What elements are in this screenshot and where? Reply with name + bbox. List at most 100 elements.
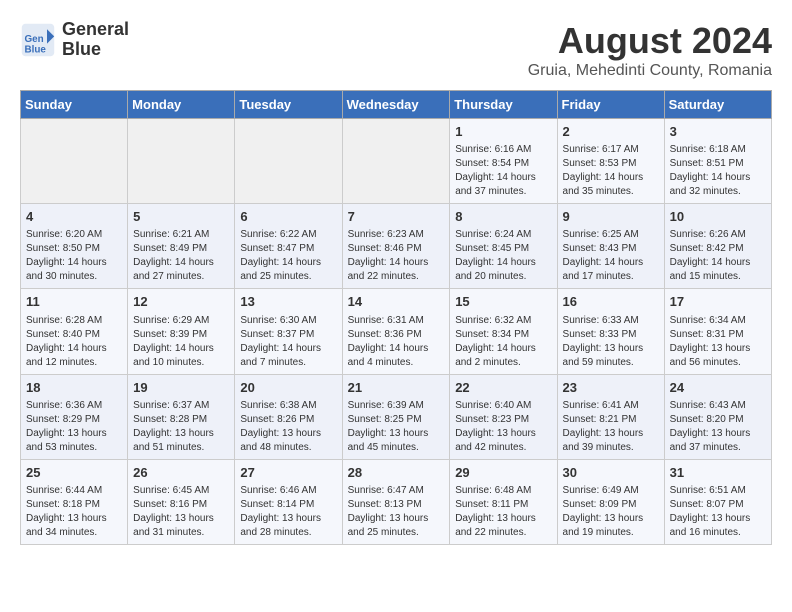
day-number: 11 xyxy=(26,293,122,311)
day-info: Sunrise: 6:41 AMSunset: 8:21 PMDaylight:… xyxy=(563,399,659,455)
day-number: 20 xyxy=(240,379,336,397)
calendar-cell: 27 Sunrise: 6:46 AMSunset: 8:14 PMDayligh… xyxy=(235,459,342,544)
svg-text:Gen: Gen xyxy=(25,34,44,45)
day-info: Sunrise: 6:34 AMSunset: 8:31 PMDaylight:… xyxy=(670,314,766,370)
svg-text:Blue: Blue xyxy=(25,44,47,55)
calendar-table: SundayMondayTuesdayWednesdayThursdayFrid… xyxy=(20,90,772,545)
day-info: Sunrise: 6:25 AMSunset: 8:43 PMDaylight:… xyxy=(563,228,659,284)
day-info: Sunrise: 6:40 AMSunset: 8:23 PMDaylight:… xyxy=(455,399,551,455)
calendar-cell: 12 Sunrise: 6:29 AMSunset: 8:39 PMDayligh… xyxy=(128,289,235,374)
day-number: 6 xyxy=(240,208,336,226)
logo-icon: Gen Blue xyxy=(20,22,56,58)
day-number: 7 xyxy=(348,208,445,226)
calendar-cell: 17 Sunrise: 6:34 AMSunset: 8:31 PMDayligh… xyxy=(664,289,771,374)
day-number: 22 xyxy=(455,379,551,397)
calendar-cell: 25 Sunrise: 6:44 AMSunset: 8:18 PMDayligh… xyxy=(21,459,128,544)
calendar-cell: 22 Sunrise: 6:40 AMSunset: 8:23 PMDayligh… xyxy=(450,374,557,459)
col-header-saturday: Saturday xyxy=(664,91,771,119)
calendar-cell: 9 Sunrise: 6:25 AMSunset: 8:43 PMDaylight… xyxy=(557,204,664,289)
calendar-cell: 1 Sunrise: 6:16 AMSunset: 8:54 PMDaylight… xyxy=(450,119,557,204)
calendar-cell: 30 Sunrise: 6:49 AMSunset: 8:09 PMDayligh… xyxy=(557,459,664,544)
calendar-cell xyxy=(21,119,128,204)
day-number: 13 xyxy=(240,293,336,311)
calendar-cell: 4 Sunrise: 6:20 AMSunset: 8:50 PMDaylight… xyxy=(21,204,128,289)
logo-text: General Blue xyxy=(62,20,129,60)
calendar-cell: 26Sunrise: 6:45 AMSunset: 8:16 PMDayligh… xyxy=(128,459,235,544)
day-info: Sunrise: 6:16 AMSunset: 8:54 PMDaylight:… xyxy=(455,143,551,199)
day-number: 14 xyxy=(348,293,445,311)
day-info: Sunrise: 6:47 AMSunset: 8:13 PMDaylight:… xyxy=(348,484,445,540)
day-number: 2 xyxy=(563,123,659,141)
col-header-friday: Friday xyxy=(557,91,664,119)
day-number: 17 xyxy=(670,293,766,311)
day-number: 23 xyxy=(563,379,659,397)
calendar-cell: 31 Sunrise: 6:51 AMSunset: 8:07 PMDayligh… xyxy=(664,459,771,544)
calendar-cell: 15Sunrise: 6:32 AMSunset: 8:34 PMDayligh… xyxy=(450,289,557,374)
day-number: 25 xyxy=(26,464,122,482)
calendar-header-row: SundayMondayTuesdayWednesdayThursdayFrid… xyxy=(21,91,772,119)
calendar-week-1: 1 Sunrise: 6:16 AMSunset: 8:54 PMDaylight… xyxy=(21,119,772,204)
day-info: Sunrise: 6:30 AMSunset: 8:37 PMDaylight:… xyxy=(240,314,336,370)
day-info: Sunrise: 6:49 AMSunset: 8:09 PMDaylight:… xyxy=(563,484,659,540)
title-area: August 2024 Gruia, Mehedinti County, Rom… xyxy=(528,20,772,80)
day-info: Sunrise: 6:23 AMSunset: 8:46 PMDaylight:… xyxy=(348,228,445,284)
day-number: 27 xyxy=(240,464,336,482)
calendar-cell xyxy=(342,119,450,204)
day-info: Sunrise: 6:21 AMSunset: 8:49 PMDaylight:… xyxy=(133,228,229,284)
calendar-cell: 16 Sunrise: 6:33 AMSunset: 8:33 PMDayligh… xyxy=(557,289,664,374)
day-number: 5 xyxy=(133,208,229,226)
day-number: 4 xyxy=(26,208,122,226)
day-info: Sunrise: 6:29 AMSunset: 8:39 PMDaylight:… xyxy=(133,314,229,370)
calendar-cell: 21Sunrise: 6:39 AMSunset: 8:25 PMDayligh… xyxy=(342,374,450,459)
day-number: 9 xyxy=(563,208,659,226)
col-header-sunday: Sunday xyxy=(21,91,128,119)
day-number: 1 xyxy=(455,123,551,141)
day-info: Sunrise: 6:20 AMSunset: 8:50 PMDaylight:… xyxy=(26,228,122,284)
day-info: Sunrise: 6:48 AMSunset: 8:11 PMDaylight:… xyxy=(455,484,551,540)
calendar-cell: 11 Sunrise: 6:28 AMSunset: 8:40 PMDayligh… xyxy=(21,289,128,374)
day-info: Sunrise: 6:24 AMSunset: 8:45 PMDaylight:… xyxy=(455,228,551,284)
day-info: Sunrise: 6:28 AMSunset: 8:40 PMDaylight:… xyxy=(26,314,122,370)
logo-line2: Blue xyxy=(62,40,129,60)
calendar-cell: 3 Sunrise: 6:18 AMSunset: 8:51 PMDaylight… xyxy=(664,119,771,204)
day-number: 31 xyxy=(670,464,766,482)
day-info: Sunrise: 6:46 AMSunset: 8:14 PMDaylight:… xyxy=(240,484,336,540)
calendar-cell: 20 Sunrise: 6:38 AMSunset: 8:26 PMDayligh… xyxy=(235,374,342,459)
day-number: 18 xyxy=(26,379,122,397)
calendar-cell: 29Sunrise: 6:48 AMSunset: 8:11 PMDayligh… xyxy=(450,459,557,544)
day-info: Sunrise: 6:17 AMSunset: 8:53 PMDaylight:… xyxy=(563,143,659,199)
day-info: Sunrise: 6:33 AMSunset: 8:33 PMDaylight:… xyxy=(563,314,659,370)
day-number: 8 xyxy=(455,208,551,226)
day-info: Sunrise: 6:37 AMSunset: 8:28 PMDaylight:… xyxy=(133,399,229,455)
day-number: 3 xyxy=(670,123,766,141)
day-number: 26 xyxy=(133,464,229,482)
day-info: Sunrise: 6:39 AMSunset: 8:25 PMDaylight:… xyxy=(348,399,445,455)
day-number: 16 xyxy=(563,293,659,311)
day-info: Sunrise: 6:32 AMSunset: 8:34 PMDaylight:… xyxy=(455,314,551,370)
day-info: Sunrise: 6:18 AMSunset: 8:51 PMDaylight:… xyxy=(670,143,766,199)
day-number: 30 xyxy=(563,464,659,482)
calendar-cell: 14Sunrise: 6:31 AMSunset: 8:36 PMDayligh… xyxy=(342,289,450,374)
calendar-cell: 10Sunrise: 6:26 AMSunset: 8:42 PMDayligh… xyxy=(664,204,771,289)
calendar-cell xyxy=(235,119,342,204)
col-header-monday: Monday xyxy=(128,91,235,119)
calendar-cell: 13 Sunrise: 6:30 AMSunset: 8:37 PMDayligh… xyxy=(235,289,342,374)
calendar-cell: 6 Sunrise: 6:22 AMSunset: 8:47 PMDaylight… xyxy=(235,204,342,289)
calendar-cell: 23 Sunrise: 6:41 AMSunset: 8:21 PMDayligh… xyxy=(557,374,664,459)
col-header-wednesday: Wednesday xyxy=(342,91,450,119)
calendar-cell: 18 Sunrise: 6:36 AMSunset: 8:29 PMDayligh… xyxy=(21,374,128,459)
calendar-week-3: 11 Sunrise: 6:28 AMSunset: 8:40 PMDayligh… xyxy=(21,289,772,374)
day-number: 12 xyxy=(133,293,229,311)
calendar-cell: 7 Sunrise: 6:23 AMSunset: 8:46 PMDaylight… xyxy=(342,204,450,289)
day-info: Sunrise: 6:44 AMSunset: 8:18 PMDaylight:… xyxy=(26,484,122,540)
day-info: Sunrise: 6:36 AMSunset: 8:29 PMDaylight:… xyxy=(26,399,122,455)
day-info: Sunrise: 6:22 AMSunset: 8:47 PMDaylight:… xyxy=(240,228,336,284)
calendar-week-2: 4 Sunrise: 6:20 AMSunset: 8:50 PMDaylight… xyxy=(21,204,772,289)
calendar-week-4: 18 Sunrise: 6:36 AMSunset: 8:29 PMDayligh… xyxy=(21,374,772,459)
calendar-week-5: 25 Sunrise: 6:44 AMSunset: 8:18 PMDayligh… xyxy=(21,459,772,544)
calendar-cell: 28Sunrise: 6:47 AMSunset: 8:13 PMDayligh… xyxy=(342,459,450,544)
calendar-cell: 2 Sunrise: 6:17 AMSunset: 8:53 PMDaylight… xyxy=(557,119,664,204)
day-info: Sunrise: 6:38 AMSunset: 8:26 PMDaylight:… xyxy=(240,399,336,455)
calendar-cell: 8 Sunrise: 6:24 AMSunset: 8:45 PMDaylight… xyxy=(450,204,557,289)
day-info: Sunrise: 6:51 AMSunset: 8:07 PMDaylight:… xyxy=(670,484,766,540)
